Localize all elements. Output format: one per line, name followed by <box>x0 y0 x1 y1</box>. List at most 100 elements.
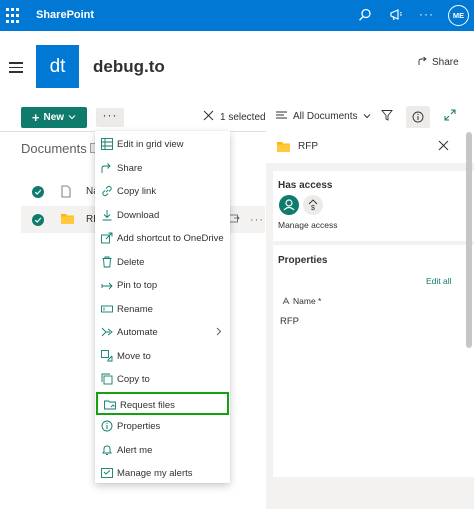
properties-heading: Properties <box>278 255 328 266</box>
search-icon[interactable] <box>356 6 374 24</box>
has-access-heading: Has access <box>278 180 333 191</box>
suite-bar: SharePoint ··· ME <box>0 0 474 31</box>
details-pane: RFP Has access $ Manage access Propertie… <box>266 131 474 509</box>
info-pane-button[interactable] <box>406 106 430 128</box>
file-type-icon <box>61 185 71 201</box>
menu-item-share[interactable]: Share <box>95 157 230 180</box>
properties-icon <box>101 420 113 432</box>
details-header: RFP <box>266 131 474 163</box>
menu-item-pin-to-top[interactable]: Pin to top <box>95 274 230 297</box>
menu-item-label: Copy link <box>117 186 157 197</box>
library-title[interactable]: Documents <box>21 141 87 156</box>
folder-icon <box>277 141 290 155</box>
person-icon[interactable] <box>279 195 299 215</box>
rename-icon <box>101 303 113 315</box>
menu-item-label: Add shortcut to OneDrive <box>117 233 224 244</box>
context-menu: Edit in grid view Share Copy link Download A… <box>95 131 230 483</box>
has-access-card: Has access $ Manage access <box>273 171 474 241</box>
properties-card: Properties Edit all Name * RFP <box>273 245 474 477</box>
details-title: RFP <box>298 141 318 152</box>
menu-item-label: Automate <box>117 327 158 338</box>
name-field-label: Name * <box>293 296 322 306</box>
menu-item-label: Pin to top <box>117 280 158 291</box>
app-brand[interactable]: SharePoint <box>36 9 94 21</box>
expand-icon[interactable] <box>444 109 456 121</box>
site-logo[interactable]: dt <box>36 45 79 88</box>
menu-item-label: Delete <box>117 256 145 268</box>
menu-item-label: Move to <box>117 350 151 362</box>
info-icon <box>412 111 424 123</box>
menu-item-request-files[interactable]: Request files <box>96 391 229 415</box>
select-all-checkbox[interactable] <box>32 186 44 198</box>
download-icon <box>101 209 113 221</box>
automate-icon <box>101 326 113 338</box>
menu-item-copy-link[interactable]: Copy link <box>95 180 230 203</box>
row-actions: ··· <box>228 213 264 227</box>
svg-text:$: $ <box>311 205 315 212</box>
plus-icon: + <box>31 109 40 125</box>
new-label: New <box>43 112 65 123</box>
clear-selection-button[interactable]: 1 selected <box>203 110 266 124</box>
share-label: Share <box>432 57 459 68</box>
name-field-value[interactable]: RFP <box>280 316 299 327</box>
menu-item-label: Properties <box>117 421 161 432</box>
menu-item-move-to[interactable]: Move to <box>95 345 230 368</box>
shortcut-icon <box>101 232 113 244</box>
menu-item-label: Manage my alerts <box>117 468 193 479</box>
chevron-down-icon <box>68 112 76 123</box>
trash-icon <box>101 256 113 268</box>
new-button[interactable]: + New <box>21 107 87 128</box>
text-field-icon <box>281 296 291 309</box>
row-checkbox[interactable] <box>32 214 44 226</box>
menu-item-label: Copy to <box>117 374 150 385</box>
share-icon <box>418 56 428 69</box>
menu-item-label: Download <box>117 209 160 221</box>
chevron-down-icon <box>363 111 371 122</box>
menu-item-label: Edit in grid view <box>117 139 184 150</box>
copy-icon <box>101 373 113 385</box>
menu-item-properties[interactable]: Properties <box>95 415 230 438</box>
more-commands-button[interactable]: ··· <box>96 108 124 127</box>
close-icon[interactable] <box>438 140 449 154</box>
share-icon <box>101 162 113 174</box>
menu-item-manage-my-alerts[interactable]: Manage my alerts <box>95 462 230 485</box>
group-access-icon[interactable]: $ <box>303 195 323 215</box>
details-scrollbar[interactable] <box>466 132 472 348</box>
menu-item-automate[interactable]: Automate <box>95 321 230 344</box>
folder-icon <box>61 213 74 227</box>
nav-menu-icon[interactable] <box>9 62 23 73</box>
request-files-icon <box>104 399 116 411</box>
menu-item-label: Share <box>117 162 143 174</box>
site-title[interactable]: debug.to <box>93 57 165 77</box>
row-more-icon[interactable]: ··· <box>250 214 264 226</box>
selected-count: 1 selected <box>220 111 266 123</box>
menu-item-add-shortcut-to-onedrive[interactable]: Add shortcut to OneDrive <box>95 227 230 250</box>
view-label: All Documents <box>293 111 358 122</box>
app-launcher-icon[interactable] <box>6 8 22 24</box>
menu-item-alert-me[interactable]: Alert me <box>95 439 230 462</box>
menu-item-delete[interactable]: Delete <box>95 251 230 274</box>
view-switcher[interactable]: All Documents <box>276 110 371 123</box>
menu-item-edit-in-grid-view[interactable]: Edit in grid view <box>95 133 230 156</box>
chevron-right-icon <box>216 327 222 338</box>
list-view-icon <box>276 110 287 123</box>
close-icon <box>203 110 214 124</box>
megaphone-icon[interactable] <box>387 6 405 24</box>
alerts-icon <box>101 467 113 479</box>
menu-item-label: Alert me <box>117 444 153 456</box>
move-icon <box>101 349 113 362</box>
menu-item-label: Rename <box>117 303 153 315</box>
manage-access-link[interactable]: Manage access <box>278 220 338 230</box>
bell-icon <box>101 444 113 456</box>
menu-item-label: Request files <box>120 399 175 411</box>
link-icon <box>101 185 113 197</box>
filter-icon[interactable] <box>381 109 393 121</box>
site-share-button[interactable]: Share <box>418 56 459 69</box>
menu-item-download[interactable]: Download <box>95 204 230 227</box>
more-options-icon[interactable]: ··· <box>419 6 437 24</box>
menu-item-copy-to[interactable]: Copy to <box>95 368 230 391</box>
grid-icon <box>101 138 113 150</box>
user-avatar[interactable]: ME <box>448 5 469 26</box>
edit-all-link[interactable]: Edit all <box>426 276 452 286</box>
menu-item-rename[interactable]: Rename <box>95 298 230 321</box>
